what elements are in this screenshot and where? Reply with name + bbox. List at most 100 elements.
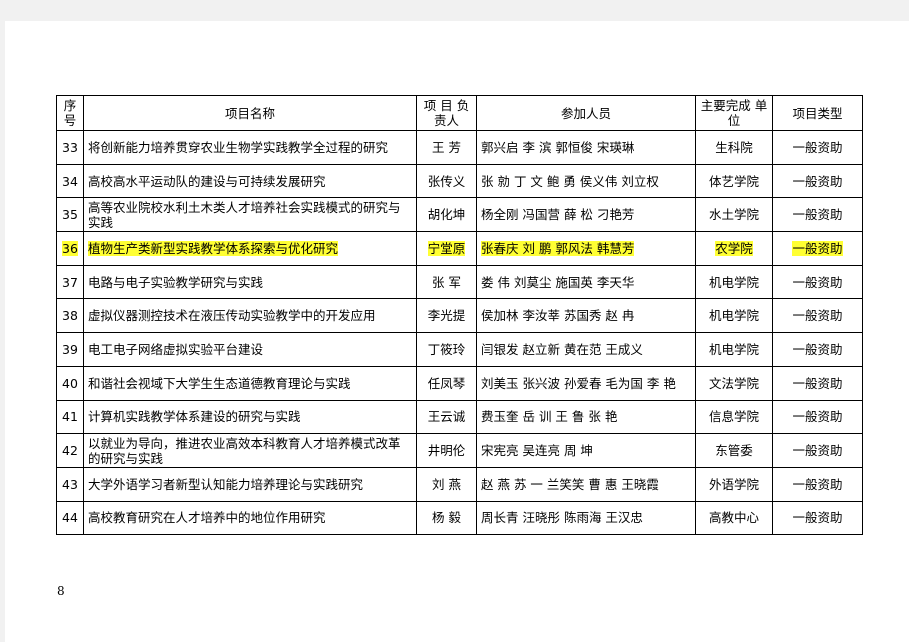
participants-cell: 赵 燕 苏 一 兰笑笑 曹 惠 王晓霞	[476, 466, 696, 502]
row-number: 41	[62, 409, 78, 425]
project-lead-cell: 宁堂原	[416, 231, 477, 266]
project-lead-cell: 王云诚	[416, 399, 477, 435]
project-type: 一般资助	[792, 139, 843, 155]
project-lead: 王云诚	[427, 409, 466, 425]
row-number-cell: 37	[56, 264, 84, 300]
row-number-cell: 33	[56, 130, 84, 165]
project-lead-cell: 任凤琴	[416, 365, 477, 401]
row-number-cell: 35	[56, 197, 84, 233]
completion-unit-cell: 机电学院	[695, 264, 773, 300]
row-number: 36	[62, 240, 78, 256]
project-name: 虚拟仪器测控技术在液压传动实验教学中的开发应用	[88, 308, 376, 324]
participants-cell: 张春庆 刘 鹏 郭风法 韩慧芳	[476, 231, 696, 266]
project-name-cell: 计算机实践教学体系建设的研究与实践	[83, 399, 417, 435]
project-type-cell: 一般资助	[772, 500, 863, 536]
participants-cell: 娄 伟 刘莫尘 施国英 李天华	[476, 264, 696, 300]
participants: 张 勍 丁 文 鲍 勇 侯义伟 刘立权	[481, 173, 659, 189]
participants-cell: 张 勍 丁 文 鲍 勇 侯义伟 刘立权	[476, 163, 696, 199]
project-name-cell: 虚拟仪器测控技术在液压传动实验教学中的开发应用	[83, 298, 417, 334]
participants-cell: 杨全刚 冯国营 薛 松 刁艳芳	[476, 197, 696, 233]
project-type-cell: 一般资助	[772, 197, 863, 233]
project-name-cell: 以就业为导向，推进农业高效本科教育人才培养模式改革的研究与实践	[83, 433, 417, 468]
table-row: 36 植物生产类新型实践教学体系探索与优化研究 宁堂原 张春庆 刘 鹏 郭风法 韩慧芳…	[56, 231, 863, 266]
completion-unit-cell: 农学院	[695, 231, 773, 266]
project-lead: 李光提	[427, 308, 466, 324]
project-type-cell: 一般资助	[772, 231, 863, 266]
project-lead-cell: 李光提	[416, 298, 477, 334]
row-number: 40	[62, 375, 78, 391]
project-name: 高校教育研究在人才培养中的地位作用研究	[88, 510, 326, 526]
participants: 闫银发 赵立新 黄在范 王成义	[481, 341, 643, 357]
project-lead-cell: 胡化坤	[416, 197, 477, 233]
project-lead-cell: 张 军	[416, 264, 477, 300]
participants: 周长青 汪晓彤 陈雨海 王汉忠	[481, 510, 643, 526]
participants: 赵 燕 苏 一 兰笑笑 曹 惠 王晓霞	[481, 476, 659, 492]
table-row: 43 大学外语学习者新型认知能力培养理论与实践研究 刘 燕 赵 燕 苏 一 兰笑笑 曹…	[56, 466, 863, 502]
row-number-cell: 43	[56, 466, 84, 502]
completion-unit-cell: 机电学院	[695, 332, 773, 367]
project-type: 一般资助	[792, 510, 843, 526]
participants-cell: 刘美玉 张兴波 孙爱春 毛为国 李 艳	[476, 365, 696, 401]
row-number-cell: 36	[56, 231, 84, 266]
project-lead: 王 芳	[432, 139, 461, 155]
project-name-cell: 高校教育研究在人才培养中的地位作用研究	[83, 500, 417, 536]
completion-unit-cell: 机电学院	[695, 298, 773, 334]
completion-unit-cell: 东管委	[695, 433, 773, 468]
project-type: 一般资助	[792, 409, 843, 425]
row-number-cell: 39	[56, 332, 84, 367]
table-row: 42 以就业为导向，推进农业高效本科教育人才培养模式改革的研究与实践 井明伦 宋宪亮 …	[56, 433, 863, 468]
participants-cell: 闫银发 赵立新 黄在范 王成义	[476, 332, 696, 367]
completion-unit-cell: 体艺学院	[695, 163, 773, 199]
row-number: 34	[62, 173, 78, 189]
table-row: 39 电工电子网络虚拟实验平台建设 丁筱玲 闫银发 赵立新 黄在范 王成义 机电学院 一般…	[56, 332, 863, 367]
project-type-cell: 一般资助	[772, 264, 863, 300]
participants: 杨全刚 冯国营 薛 松 刁艳芳	[481, 207, 635, 223]
project-type-cell: 一般资助	[772, 399, 863, 435]
completion-unit-cell: 信息学院	[695, 399, 773, 435]
project-lead-cell: 井明伦	[416, 433, 477, 468]
document-page: 序号 项目名称 项 目 负责人 参加人员 主要完成 单 位 项目类型 33 将创新…	[5, 21, 909, 642]
project-name: 电路与电子实验教学研究与实践	[88, 274, 264, 290]
row-number: 37	[62, 274, 78, 290]
completion-unit: 水土学院	[708, 207, 759, 223]
project-name: 计算机实践教学体系建设的研究与实践	[88, 409, 301, 425]
participants: 娄 伟 刘莫尘 施国英 李天华	[481, 274, 635, 290]
completion-unit: 东管委	[715, 443, 753, 459]
completion-unit: 外语学院	[708, 476, 759, 492]
project-type: 一般资助	[792, 207, 843, 223]
row-number: 35	[62, 207, 78, 223]
project-name-cell: 将创新能力培养贯穿农业生物学实践教学全过程的研究	[83, 130, 417, 165]
table-row: 44 高校教育研究在人才培养中的地位作用研究 杨 毅 周长青 汪晓彤 陈雨海 王汉忠 高…	[56, 500, 863, 536]
participants: 郭兴启 李 滨 郭恒俊 宋瑛琳	[481, 139, 635, 155]
project-name: 高等农业院校水利土木类人才培养社会实践模式的研究与实践	[88, 199, 401, 230]
header-no: 序号	[56, 95, 84, 131]
completion-unit: 生科院	[715, 139, 753, 155]
row-number-cell: 40	[56, 365, 84, 401]
project-name-cell: 大学外语学习者新型认知能力培养理论与实践研究	[83, 466, 417, 502]
project-name-cell: 高校高水平运动队的建设与可持续发展研究	[83, 163, 417, 199]
project-lead: 刘 燕	[432, 476, 461, 492]
project-lead-cell: 丁筱玲	[416, 332, 477, 367]
project-lead: 张 军	[432, 274, 461, 290]
project-name: 以就业为导向，推进农业高效本科教育人才培养模式改革的研究与实践	[88, 435, 401, 466]
participants-cell: 郭兴启 李 滨 郭恒俊 宋瑛琳	[476, 130, 696, 165]
completion-unit: 机电学院	[708, 341, 759, 357]
project-name-cell: 电路与电子实验教学研究与实践	[83, 264, 417, 300]
project-name-cell: 电工电子网络虚拟实验平台建设	[83, 332, 417, 367]
row-number: 33	[62, 139, 78, 155]
row-number: 44	[62, 510, 78, 526]
project-type-cell: 一般资助	[772, 298, 863, 334]
project-type-cell: 一般资助	[772, 332, 863, 367]
completion-unit: 文法学院	[708, 375, 759, 391]
participants: 侯加林 李汝莘 苏国秀 赵 冉	[481, 308, 635, 324]
project-lead: 宁堂原	[427, 240, 466, 256]
project-name-cell: 高等农业院校水利土木类人才培养社会实践模式的研究与实践	[83, 197, 417, 233]
project-name-cell: 植物生产类新型实践教学体系探索与优化研究	[83, 231, 417, 266]
project-name: 将创新能力培养贯穿农业生物学实践教学全过程的研究	[88, 139, 389, 155]
project-type-cell: 一般资助	[772, 163, 863, 199]
project-type: 一般资助	[792, 308, 843, 324]
completion-unit-cell: 文法学院	[695, 365, 773, 401]
completion-unit: 机电学院	[708, 308, 759, 324]
project-type: 一般资助	[792, 443, 843, 459]
row-number: 43	[62, 476, 78, 492]
